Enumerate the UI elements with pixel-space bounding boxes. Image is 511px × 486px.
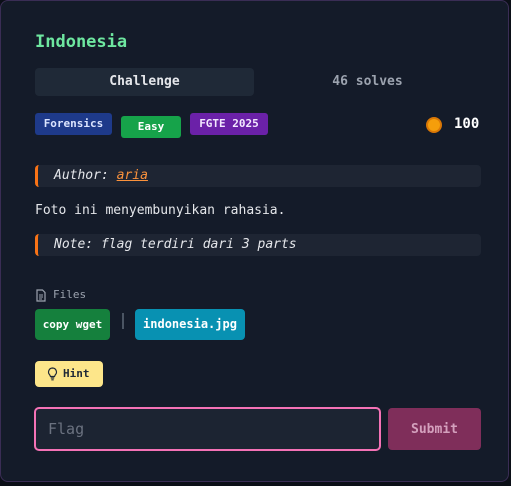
- submit-button[interactable]: Submit: [388, 408, 481, 450]
- hint-label: Hint: [63, 367, 90, 380]
- author-prefix: Author:: [54, 168, 117, 183]
- challenge-description: Foto ini menyembunyikan rahasia.: [35, 203, 286, 218]
- tab-challenge[interactable]: Challenge: [35, 68, 254, 96]
- tab-solves[interactable]: 46 solves: [254, 68, 481, 96]
- event-tag: FGTE 2025: [190, 113, 268, 135]
- challenge-tabs: Challenge 46 solves: [35, 68, 481, 96]
- coin-icon: [426, 117, 442, 133]
- flag-input[interactable]: [34, 407, 381, 451]
- challenge-title: Indonesia: [35, 32, 128, 52]
- copy-wget-button[interactable]: copy wget: [35, 309, 110, 340]
- flag-note: Note: flag terdiri dari 3 parts: [35, 234, 481, 256]
- divider: [122, 313, 124, 329]
- lightbulb-icon: [47, 367, 58, 381]
- difficulty-tag: Easy: [121, 116, 181, 138]
- author-note: Author: aria: [35, 165, 481, 187]
- files-label-text: Files: [53, 288, 87, 301]
- file-download-button[interactable]: indonesia.jpg: [135, 309, 245, 340]
- file-icon: [36, 289, 46, 302]
- challenge-modal: Indonesia Challenge 46 solves Forensics …: [0, 0, 509, 482]
- points-value: 100: [454, 116, 480, 132]
- hint-button[interactable]: Hint: [35, 361, 103, 387]
- author-link[interactable]: aria: [117, 168, 148, 183]
- category-tag: Forensics: [35, 113, 112, 135]
